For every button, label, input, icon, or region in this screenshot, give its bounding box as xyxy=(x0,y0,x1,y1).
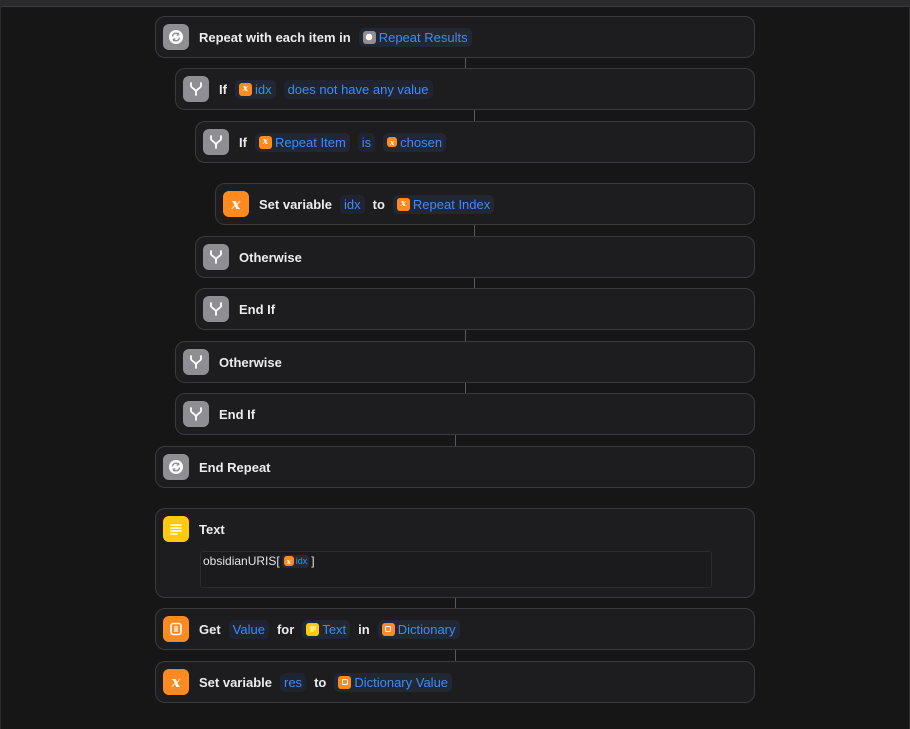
to-keyword: to xyxy=(314,674,327,690)
dictionary-token[interactable]: Dictionary xyxy=(377,619,460,639)
variable-mini-icon: x xyxy=(396,197,410,211)
repeat-icon xyxy=(163,454,189,480)
variable-icon: x xyxy=(223,191,249,217)
window-top-bar xyxy=(0,0,910,7)
connector xyxy=(465,58,466,68)
idx-inline-label: idx xyxy=(295,556,308,566)
connector xyxy=(474,277,475,288)
repeat-mini-icon xyxy=(362,30,376,44)
otherwise-action-outer[interactable]: Otherwise xyxy=(175,341,755,383)
branch-icon xyxy=(203,244,229,270)
repeat-item-label: Repeat Item xyxy=(274,134,346,150)
otherwise-keyword: Otherwise xyxy=(239,249,302,265)
repeat-icon xyxy=(163,24,189,50)
variable-name-token[interactable]: idx xyxy=(340,194,365,214)
end-repeat-action[interactable]: End Repeat xyxy=(155,446,755,488)
connector xyxy=(455,597,456,608)
text-keyword: Text xyxy=(199,521,225,537)
repeat-results-token[interactable]: Repeat Results xyxy=(358,27,472,47)
text-lines-icon xyxy=(163,516,189,542)
repeat-index-label: Repeat Index xyxy=(412,196,491,212)
branch-icon xyxy=(203,296,229,322)
set-variable-action[interactable]: x Set variable idx to x Repeat Index xyxy=(215,183,755,225)
text-input-field[interactable]: obsidianURIS[ x idx ] xyxy=(200,551,712,588)
branch-icon xyxy=(183,76,209,102)
connector xyxy=(474,225,475,236)
end-if-action-inner[interactable]: End If xyxy=(195,288,755,330)
text-mini-icon xyxy=(306,622,320,636)
text-variable-label: Text xyxy=(322,621,347,637)
value-key-token[interactable]: Value xyxy=(228,619,269,639)
dictionary-value-label: Dictionary Value xyxy=(354,674,449,690)
condition-token[interactable]: does not have any value xyxy=(283,79,433,99)
variable-icon: x xyxy=(163,669,189,695)
connector xyxy=(465,329,466,341)
dictionary-icon xyxy=(163,616,189,642)
if-action-outer[interactable]: If x idx does not have any value xyxy=(175,68,755,110)
end-if-action-outer[interactable]: End If xyxy=(175,393,755,435)
operator-token[interactable]: is xyxy=(357,132,376,152)
variable-mini-icon: x xyxy=(387,137,398,147)
repeat-results-label: Repeat Results xyxy=(378,29,468,45)
text-action[interactable]: Text obsidianURIS[ x idx ] xyxy=(155,508,755,598)
otherwise-keyword: Otherwise xyxy=(219,354,282,370)
repeat-action[interactable]: Repeat with each item in Repeat Results xyxy=(155,16,755,58)
get-dictionary-value-action[interactable]: Get Value for Text in Dictionary xyxy=(155,608,755,650)
if-action-inner[interactable]: If x Repeat Item is x chosen xyxy=(195,121,755,163)
idx-inline-token[interactable]: x idx xyxy=(281,554,310,568)
chosen-token[interactable]: x chosen xyxy=(383,132,447,152)
dictionary-label: Dictionary xyxy=(397,621,456,637)
branch-icon xyxy=(183,401,209,427)
variable-name-token[interactable]: res xyxy=(280,672,307,692)
dictionary-value-token[interactable]: Dictionary Value xyxy=(334,672,453,692)
chosen-label: chosen xyxy=(400,134,443,150)
connector xyxy=(455,650,456,661)
connector xyxy=(465,382,466,393)
variable-mini-icon: x xyxy=(238,82,252,96)
to-keyword: to xyxy=(372,196,385,212)
idx-variable-token[interactable]: x idx xyxy=(234,79,276,99)
variable-mini-icon: x xyxy=(283,556,294,566)
text-variable-token[interactable]: Text xyxy=(302,619,351,639)
otherwise-action-inner[interactable]: Otherwise xyxy=(195,236,755,278)
repeat-item-token[interactable]: x Repeat Item xyxy=(254,132,350,152)
if-keyword: If xyxy=(239,134,247,150)
repeat-keyword: Repeat with each item in xyxy=(199,29,351,45)
text-prefix: obsidianURIS[ xyxy=(203,554,280,568)
end-if-keyword: End If xyxy=(239,301,276,317)
get-keyword: Get xyxy=(199,621,221,637)
set-variable-res-action[interactable]: x Set variable res to Dictionary Value xyxy=(155,661,755,703)
set-variable-keyword: Set variable xyxy=(199,674,272,690)
end-if-keyword: End If xyxy=(219,406,256,422)
branch-icon xyxy=(203,129,229,155)
left-edge xyxy=(0,0,1,729)
set-variable-keyword: Set variable xyxy=(259,196,332,212)
connector xyxy=(474,110,475,121)
end-repeat-keyword: End Repeat xyxy=(199,459,271,475)
variable-mini-icon: x xyxy=(258,135,272,149)
idx-label: idx xyxy=(254,81,272,97)
if-keyword: If xyxy=(219,81,227,97)
dictionary-mini-icon xyxy=(338,675,352,689)
dictionary-mini-icon xyxy=(381,622,395,636)
in-keyword: in xyxy=(358,621,370,637)
text-suffix: ] xyxy=(311,554,315,568)
branch-icon xyxy=(183,349,209,375)
connector xyxy=(455,434,456,446)
repeat-index-token[interactable]: x Repeat Index xyxy=(392,194,495,214)
text-content: obsidianURIS[ x idx ] xyxy=(203,554,315,568)
for-keyword: for xyxy=(276,621,295,637)
